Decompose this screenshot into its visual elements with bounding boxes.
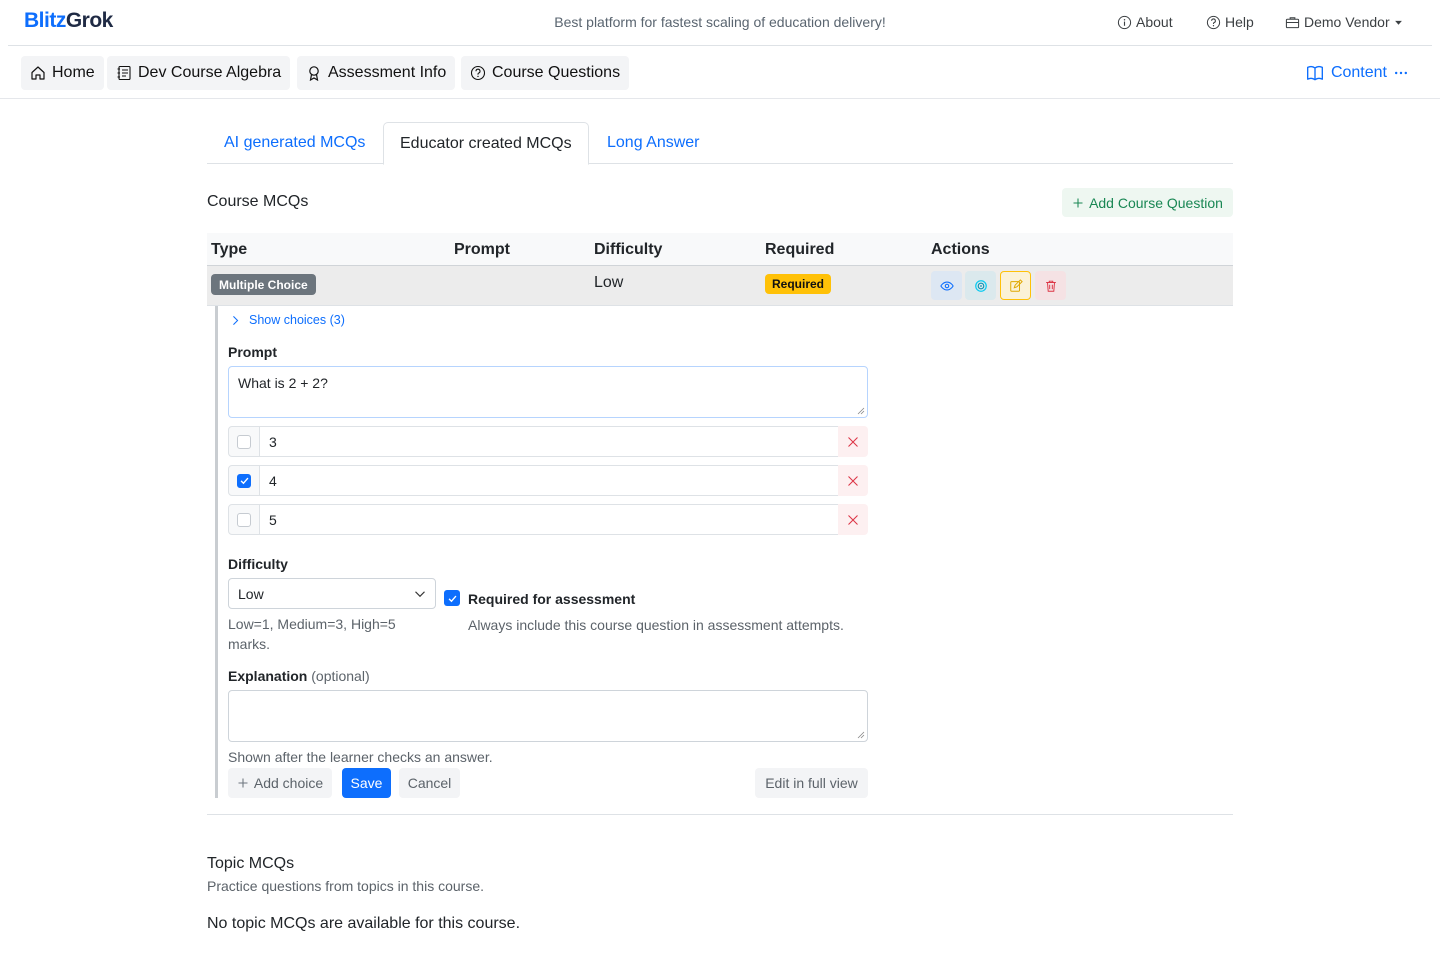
book-icon — [1306, 65, 1323, 81]
house-icon — [31, 66, 45, 80]
journal-icon — [117, 65, 131, 81]
plus-icon — [1073, 198, 1083, 207]
content-menu[interactable]: Content — [1306, 64, 1408, 82]
choice-input[interactable]: 5 — [259, 504, 839, 535]
col-prompt: Prompt — [454, 241, 510, 258]
save-button[interactable]: Save — [342, 768, 391, 798]
crumb-assessment[interactable]: Assessment Info — [297, 56, 456, 90]
topic-mcqs-empty: No topic MCQs are available for this cou… — [207, 915, 521, 932]
crumb-course-questions[interactable]: Course Questions — [461, 56, 630, 90]
choice-input[interactable]: 4 — [259, 465, 839, 496]
brand-logo[interactable]: BlitzGrok — [24, 9, 113, 33]
top-header: BlitzGrok Best platform for fastest scal… — [8, 0, 1432, 46]
chevron-down-icon — [415, 590, 425, 597]
topic-mcqs-title: Topic MCQs — [207, 855, 295, 872]
tab-long-answer[interactable]: Long Answer — [591, 122, 716, 164]
remove-choice-button[interactable] — [838, 465, 868, 496]
prompt-text: What is 2 + 2? — [238, 375, 328, 391]
checkbox-box — [237, 434, 251, 449]
add-course-question-button[interactable]: Add Course Question — [1062, 188, 1233, 217]
checkbox-box — [237, 473, 251, 488]
checkbox-box — [237, 512, 251, 527]
section-divider — [207, 814, 1233, 815]
remove-choice-button[interactable] — [838, 504, 868, 535]
add-choice-button[interactable]: Add choice — [228, 768, 332, 798]
close-icon — [848, 436, 858, 447]
tab-educator-created[interactable]: Educator created MCQs — [383, 122, 589, 165]
tab-ai-generated[interactable]: AI generated MCQs — [208, 122, 381, 164]
caret-down-icon — [1394, 20, 1402, 25]
crumb-course[interactable]: Dev Course Algebra — [107, 56, 291, 90]
breadcrumb-nav: Home Dev Course Algebra Assessment Info … — [0, 46, 1440, 99]
eye-icon — [939, 281, 954, 290]
explanation-help: Shown after the learner checks an answer… — [228, 749, 493, 765]
prompt-textarea[interactable]: What is 2 + 2? — [228, 366, 868, 418]
table-header: Type Prompt Difficulty Required Actions — [207, 233, 1233, 266]
check-icon — [240, 477, 248, 485]
required-badge: Required — [765, 274, 832, 294]
choice-correct-checkbox[interactable] — [228, 426, 260, 457]
edit-full-view-button[interactable]: Edit in full view — [755, 768, 868, 798]
info-icon — [1117, 15, 1132, 29]
delete-button[interactable] — [1035, 271, 1066, 300]
edit-button[interactable] — [1000, 271, 1031, 300]
crumb-home[interactable]: Home — [21, 56, 104, 90]
choice-row: 4 — [228, 465, 868, 496]
choice-correct-checkbox[interactable] — [228, 465, 260, 496]
edit-icon — [1009, 278, 1023, 292]
table-row[interactable]: Multiple Choice Low Required — [207, 266, 1233, 306]
mcq-tabs: AI generated MCQs Educator created MCQs … — [207, 122, 1233, 165]
required-label: Required for assessment — [468, 591, 636, 607]
difficulty-label: Difficulty — [228, 556, 288, 572]
question-circle-icon — [470, 65, 486, 81]
show-choices-toggle[interactable]: Show choices (3) — [230, 313, 345, 327]
plus-icon — [238, 778, 248, 788]
target-button[interactable] — [965, 271, 996, 300]
choice-input[interactable]: 3 — [259, 426, 839, 457]
more-dots-icon — [1394, 71, 1408, 75]
remove-choice-button[interactable] — [838, 426, 868, 457]
col-actions: Actions — [931, 241, 990, 258]
cancel-button[interactable]: Cancel — [399, 768, 460, 798]
check-icon — [448, 595, 456, 602]
explanation-label: Explanation (optional) — [228, 668, 370, 684]
topic-mcqs-subtitle: Practice questions from topics in this c… — [207, 878, 485, 894]
difficulty-help: Low=1, Medium=3, High=5 marks. — [228, 616, 396, 652]
col-type: Type — [211, 241, 248, 258]
trash-icon — [1045, 280, 1056, 292]
award-icon — [309, 66, 319, 81]
choice-correct-checkbox[interactable] — [228, 504, 260, 535]
col-required: Required — [765, 241, 835, 258]
view-button[interactable] — [931, 271, 962, 300]
briefcase-icon — [1285, 16, 1300, 28]
question-icon — [1206, 15, 1221, 29]
explanation-textarea[interactable] — [228, 690, 868, 742]
required-checkbox[interactable] — [444, 590, 460, 606]
vendor-dropdown[interactable]: Demo Vendor — [1285, 14, 1403, 30]
resize-grip-icon — [857, 731, 865, 739]
resize-grip-icon — [857, 407, 865, 415]
required-help: Always include this course question in a… — [468, 617, 844, 633]
target-icon — [974, 279, 987, 292]
choice-row: 5 — [228, 504, 868, 535]
question-editor: Show choices (3) Prompt What is 2 + 2? 3… — [215, 306, 868, 798]
difficulty-cell: Low — [594, 274, 624, 291]
type-badge: Multiple Choice — [211, 274, 316, 295]
help-link[interactable]: Help — [1206, 14, 1254, 30]
col-difficulty: Difficulty — [594, 241, 663, 258]
prompt-label: Prompt — [228, 344, 277, 360]
course-mcqs-title: Course MCQs — [207, 193, 309, 210]
difficulty-select[interactable]: Low — [228, 578, 436, 609]
close-icon — [848, 475, 858, 486]
about-link[interactable]: About — [1117, 14, 1173, 30]
close-icon — [848, 514, 858, 525]
chevron-right-icon — [233, 315, 239, 325]
choice-row: 3 — [228, 426, 868, 457]
